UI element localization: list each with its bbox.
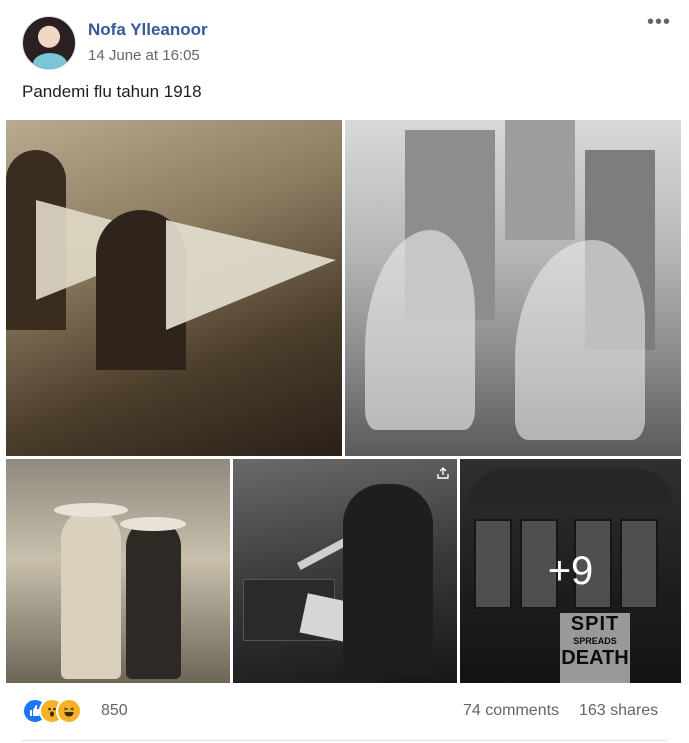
comments-count[interactable]: 74 comments [463, 702, 559, 720]
reaction-count[interactable]: 850 [101, 702, 128, 720]
share-icon[interactable] [437, 467, 451, 481]
post-timestamp[interactable]: 14 June at 16:05 [88, 47, 200, 64]
author-name[interactable]: Nofa Ylleanoor [88, 20, 208, 40]
more-options-icon[interactable]: ••• [646, 12, 672, 34]
photo-3[interactable] [6, 459, 230, 683]
haha-icon [56, 698, 82, 724]
divider [22, 740, 667, 741]
shares-count[interactable]: 163 shares [579, 702, 658, 720]
photo-detail [126, 519, 181, 679]
photo-detail [505, 120, 575, 240]
more-photos-count[interactable]: +9 [460, 549, 681, 594]
photo-detail [343, 484, 433, 674]
photo-detail [515, 240, 645, 440]
photo-5-more[interactable]: SPIT SPREADS DEATH +9 [460, 459, 681, 683]
reaction-icons[interactable] [22, 698, 102, 724]
photo-detail [61, 509, 121, 679]
photo-detail [120, 517, 186, 531]
photo-detail [166, 220, 336, 330]
photo-1[interactable] [6, 120, 342, 456]
photo-4[interactable] [233, 459, 457, 683]
post-text: Pandemi flu tahun 1918 [22, 82, 202, 101]
post-card: Nofa Ylleanoor 14 June at 16:05 ••• Pand… [0, 0, 689, 743]
photo-detail [54, 503, 128, 517]
author-avatar[interactable] [22, 16, 76, 70]
photo-detail [365, 230, 475, 430]
photo-2[interactable] [345, 120, 681, 456]
